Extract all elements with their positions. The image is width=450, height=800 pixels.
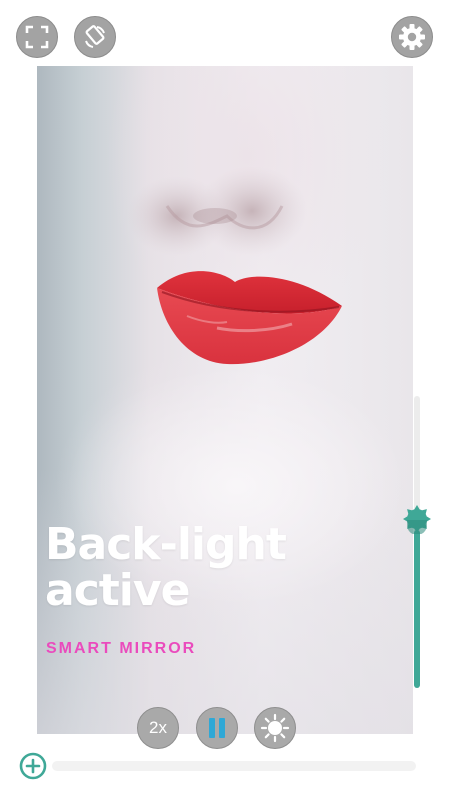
face-illustration [67, 166, 407, 606]
app-subtitle: SMART MIRROR [46, 640, 197, 657]
zoom-button[interactable]: 2x [137, 707, 179, 749]
sun-icon [403, 505, 431, 535]
title-line-2: active [45, 565, 190, 616]
brightness-slider-fill [414, 530, 420, 688]
progress-bar-track[interactable] [52, 761, 416, 771]
brightness-slider-thumb[interactable] [402, 504, 432, 539]
gear-icon [399, 24, 425, 50]
backlight-status-title: Back-light active [45, 519, 287, 616]
fullscreen-button[interactable] [16, 16, 58, 58]
screen-rotate-icon [85, 25, 105, 48]
settings-button[interactable] [391, 16, 433, 58]
pause-icon [209, 718, 225, 738]
title-line-1: Back-light [45, 519, 287, 570]
add-button[interactable] [19, 752, 47, 785]
mirror-preview[interactable]: Back-light active SMART MIRROR [37, 66, 413, 734]
plus-circle-icon [19, 752, 47, 780]
fullscreen-icon [25, 25, 49, 49]
zoom-label: 2x [149, 718, 167, 737]
pause-button[interactable] [196, 707, 238, 749]
brightness-icon [260, 713, 290, 743]
brightness-button[interactable] [254, 707, 296, 749]
rotate-screen-button[interactable] [74, 16, 116, 58]
